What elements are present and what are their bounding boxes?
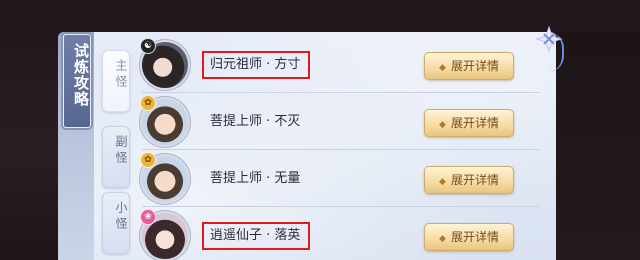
boss-list: ☯ 归元祖师 · 方寸 ◆ 展开详情 ✿ 菩提上师 · 不灭 ◆ 展开详情 ✿ 菩提… <box>134 32 554 260</box>
tab-label: 主怪 <box>114 59 128 91</box>
panel-title-tag: 试炼攻略 <box>63 34 91 128</box>
boss-name: 逍遥仙子 · 落英 <box>210 228 301 243</box>
diamond-icon: ◆ <box>439 63 446 73</box>
list-item: ☯ 归元祖师 · 方寸 ◆ 展开详情 <box>134 36 554 93</box>
list-item: ✿ 菩提上师 · 无量 ◆ 展开详情 <box>134 150 554 207</box>
expand-details-button[interactable]: ◆ 展开详情 <box>424 166 514 194</box>
tab-main-monster[interactable]: 主怪 <box>102 50 130 112</box>
close-button[interactable] <box>535 25 563 53</box>
tab-sub-monster[interactable]: 副怪 <box>102 126 130 188</box>
diamond-icon: ◆ <box>439 177 446 187</box>
panel-title: 试炼攻略 <box>72 43 90 107</box>
tab-minion[interactable]: 小怪 <box>102 192 130 254</box>
button-label: 展开详情 <box>450 230 499 244</box>
gold-lotus-icon: ✿ <box>140 95 156 111</box>
boss-name: 菩提上师 · 无量 <box>210 171 301 186</box>
background-shadow <box>556 32 640 260</box>
diamond-icon: ◆ <box>439 120 446 130</box>
strategy-panel: 试炼攻略 主怪 副怪 小怪 ☯ 归元祖师 · 方寸 ◆ 展开详情 ✿ 菩提上师 ·… <box>58 32 556 260</box>
list-item: ✿ 菩提上师 · 不灭 ◆ 展开详情 <box>134 93 554 150</box>
close-star-icon <box>535 25 563 53</box>
expand-details-button[interactable]: ◆ 展开详情 <box>424 223 514 251</box>
yin-yang-icon: ☯ <box>140 38 156 54</box>
tab-label: 副怪 <box>114 135 128 167</box>
list-item: ❀ 逍遥仙子 · 落英 ◆ 展开详情 <box>134 207 554 260</box>
boss-name: 菩提上师 · 不灭 <box>210 114 301 129</box>
expand-details-button[interactable]: ◆ 展开详情 <box>424 109 514 137</box>
expand-details-button[interactable]: ◆ 展开详情 <box>424 52 514 80</box>
boss-name: 归元祖师 · 方寸 <box>210 57 301 72</box>
tab-label: 小怪 <box>114 201 128 233</box>
pink-flower-icon: ❀ <box>140 209 156 225</box>
diamond-icon: ◆ <box>439 234 446 244</box>
button-label: 展开详情 <box>450 116 499 130</box>
button-label: 展开详情 <box>450 59 499 73</box>
left-rail: 试炼攻略 <box>58 32 94 260</box>
button-label: 展开详情 <box>450 173 499 187</box>
gold-lotus-icon: ✿ <box>140 152 156 168</box>
